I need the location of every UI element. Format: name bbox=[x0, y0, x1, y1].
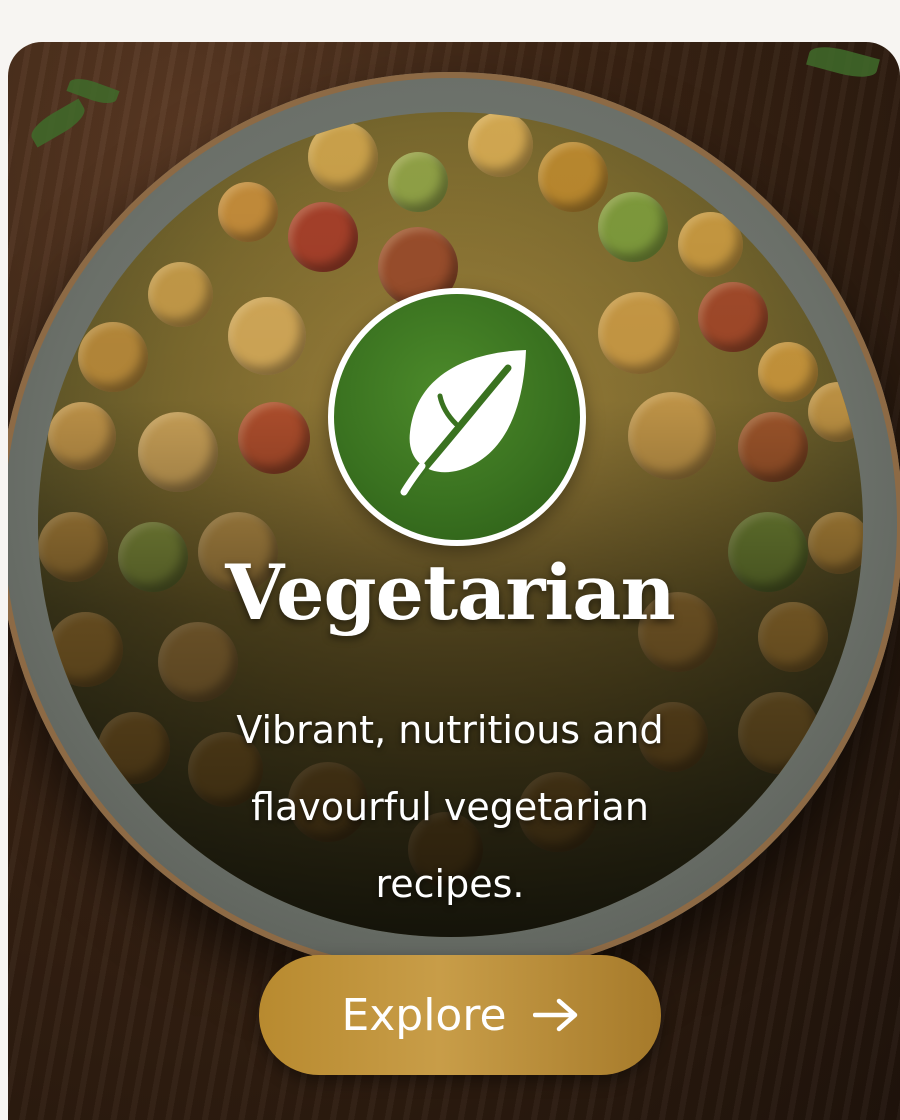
page: Vegetarian Vibrant, nutritious and flavo… bbox=[0, 0, 900, 1120]
explore-button[interactable]: Explore bbox=[259, 955, 661, 1075]
card-title: Vegetarian bbox=[225, 548, 676, 637]
category-badge bbox=[328, 288, 586, 546]
explore-button-label: Explore bbox=[341, 989, 507, 1041]
card-description: Vibrant, nutritious and flavourful veget… bbox=[236, 708, 664, 906]
arrow-right-icon bbox=[532, 997, 579, 1033]
